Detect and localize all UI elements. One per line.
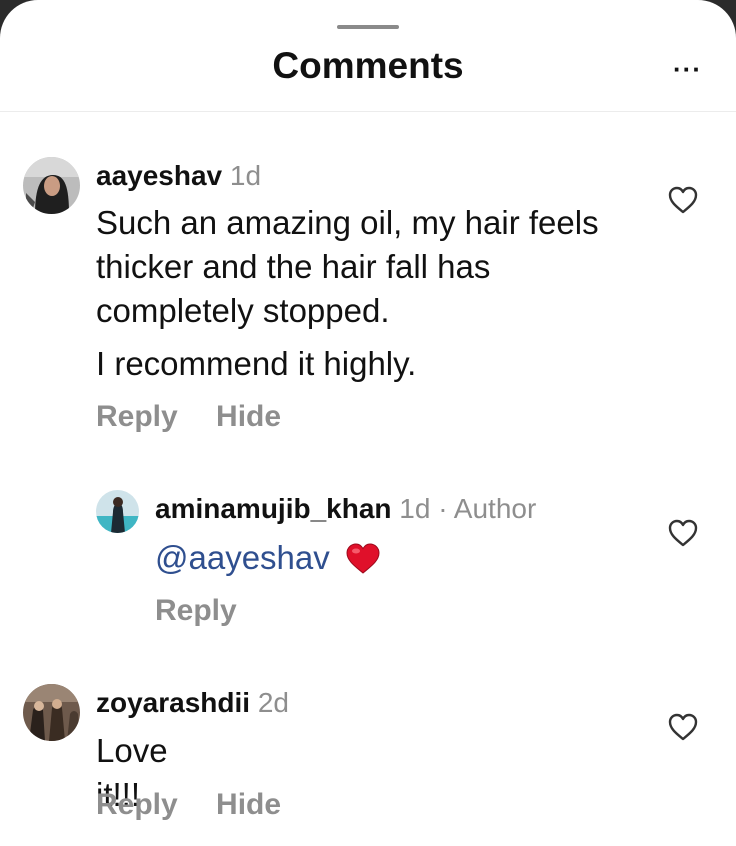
comment-meta: aayeshav 1d [96,160,261,192]
reply-button[interactable]: Reply [96,400,178,434]
comment-meta: aminamujib_khan 1d · Author [155,493,536,525]
heart-outline-icon[interactable] [667,185,699,215]
reply-button[interactable]: Reply [155,594,237,628]
comment-time: 2d [257,687,289,718]
hide-button[interactable]: Hide [216,400,281,434]
comment-meta: zoyarashdii 2d [96,687,289,719]
comment-time: 1d [229,160,262,191]
comment-username[interactable]: zoyarashdii [96,687,250,718]
drag-handle[interactable] [337,25,399,29]
comment-text: @aayeshav [155,536,381,580]
mention-link[interactable]: @aayeshav [155,539,330,576]
comment-time: 1d [399,493,431,524]
more-options-icon[interactable]: ··· [673,54,702,85]
page-title: Comments [272,45,464,86]
avatar[interactable] [96,490,139,533]
comment-actions: Reply Hide [96,788,281,822]
heart-outline-icon[interactable] [667,712,699,742]
avatar-image [23,157,80,214]
comment-text: I recommend it highly. [96,345,417,382]
comment-actions: Reply Hide [96,400,281,434]
header-divider [0,111,736,112]
avatar[interactable] [23,684,80,741]
author-badge: · Author [438,493,537,524]
comment-username[interactable]: aminamujib_khan [155,493,392,524]
hide-button[interactable]: Hide [216,788,281,822]
comment-text: Such an amazing oil, my hair feels thick… [96,204,599,329]
avatar-image [23,684,80,741]
reply-button[interactable]: Reply [96,788,178,822]
comment-actions: Reply [155,594,237,628]
comment-username[interactable]: aayeshav [96,160,222,191]
avatar-image [96,490,139,533]
red-heart-emoji [346,543,380,574]
comments-sheet: Comments ··· aayeshav 1d Such an amazing… [0,0,736,846]
avatar[interactable] [23,157,80,214]
heart-outline-icon[interactable] [667,518,699,548]
